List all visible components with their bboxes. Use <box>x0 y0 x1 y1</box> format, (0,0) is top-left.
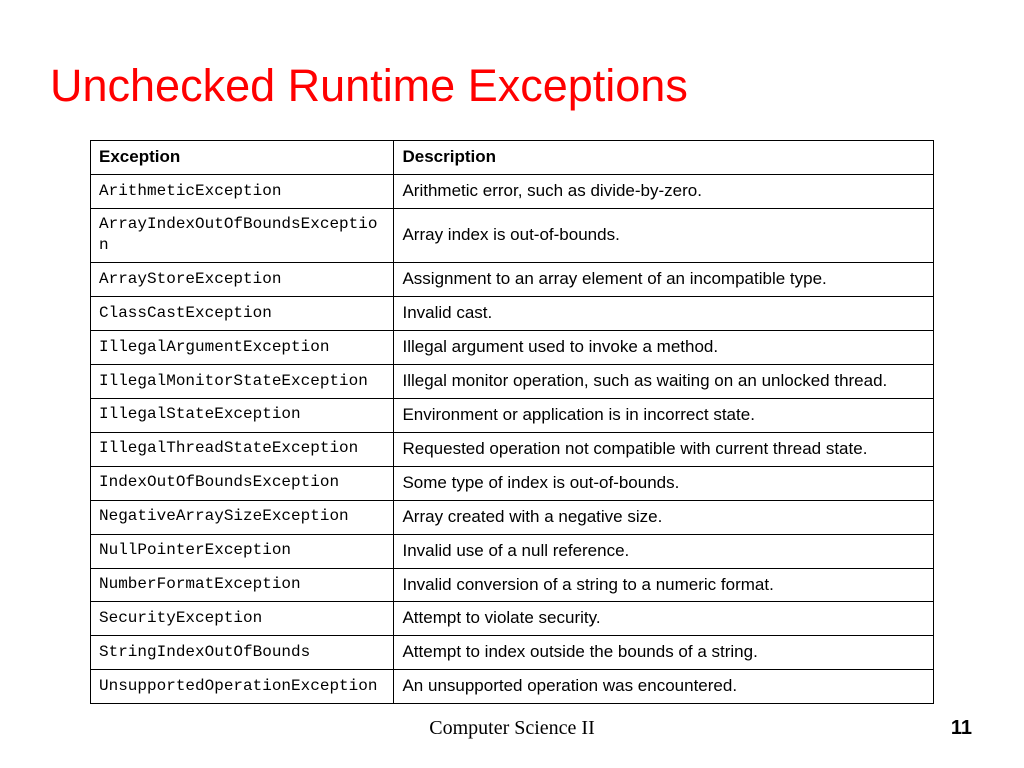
description-cell: Some type of index is out-of-bounds. <box>394 466 934 500</box>
slide-footer: Computer Science II 11 <box>0 717 1024 740</box>
description-cell: Illegal monitor operation, such as waiti… <box>394 364 934 398</box>
table-row: NullPointerExceptionInvalid use of a nul… <box>91 534 934 568</box>
exception-cell: NumberFormatException <box>91 568 394 602</box>
col-header-exception: Exception <box>91 141 394 175</box>
description-cell: Environment or application is in incorre… <box>394 398 934 432</box>
page-title: Unchecked Runtime Exceptions <box>50 60 974 112</box>
description-cell: Assignment to an array element of an inc… <box>394 263 934 297</box>
description-cell: Attempt to violate security. <box>394 602 934 636</box>
exception-cell: ArithmeticException <box>91 174 394 208</box>
table-row: StringIndexOutOfBoundsAttempt to index o… <box>91 636 934 670</box>
description-cell: Requested operation not compatible with … <box>394 432 934 466</box>
exception-cell: ArrayStoreException <box>91 263 394 297</box>
table-row: SecurityExceptionAttempt to violate secu… <box>91 602 934 636</box>
description-cell: Illegal argument used to invoke a method… <box>394 330 934 364</box>
description-cell: Invalid use of a null reference. <box>394 534 934 568</box>
table-row: IndexOutOfBoundsExceptionSome type of in… <box>91 466 934 500</box>
table-row: UnsupportedOperationExceptionAn unsuppor… <box>91 670 934 704</box>
table-row: ArrayStoreExceptionAssignment to an arra… <box>91 263 934 297</box>
table-row: NegativeArraySizeExceptionArray created … <box>91 500 934 534</box>
slide: Unchecked Runtime Exceptions Exception D… <box>0 0 1024 768</box>
exception-cell: StringIndexOutOfBounds <box>91 636 394 670</box>
description-cell: Invalid conversion of a string to a nume… <box>394 568 934 602</box>
exception-table-wrap: Exception Description ArithmeticExceptio… <box>90 140 934 704</box>
table-row: IllegalThreadStateExceptionRequested ope… <box>91 432 934 466</box>
table-row: IllegalStateExceptionEnvironment or appl… <box>91 398 934 432</box>
table-row: NumberFormatExceptionInvalid conversion … <box>91 568 934 602</box>
course-name: Computer Science II <box>429 717 595 740</box>
col-header-description: Description <box>394 141 934 175</box>
table-row: IllegalMonitorStateExceptionIllegal moni… <box>91 364 934 398</box>
exception-cell: NullPointerException <box>91 534 394 568</box>
table-header-row: Exception Description <box>91 141 934 175</box>
exception-cell: IllegalStateException <box>91 398 394 432</box>
description-cell: Attempt to index outside the bounds of a… <box>394 636 934 670</box>
description-cell: Array created with a negative size. <box>394 500 934 534</box>
exception-cell: IndexOutOfBoundsException <box>91 466 394 500</box>
description-cell: Invalid cast. <box>394 297 934 331</box>
exception-table: Exception Description ArithmeticExceptio… <box>90 140 934 704</box>
exception-cell: UnsupportedOperationException <box>91 670 394 704</box>
exception-cell: NegativeArraySizeException <box>91 500 394 534</box>
table-row: ArithmeticExceptionArithmetic error, suc… <box>91 174 934 208</box>
exception-cell: IllegalMonitorStateException <box>91 364 394 398</box>
description-cell: An unsupported operation was encountered… <box>394 670 934 704</box>
exception-cell: ClassCastException <box>91 297 394 331</box>
exception-cell: ArrayIndexOutOfBoundsException <box>91 208 394 262</box>
page-number: 11 <box>951 717 972 740</box>
exception-cell: IllegalArgumentException <box>91 330 394 364</box>
table-row: IllegalArgumentExceptionIllegal argument… <box>91 330 934 364</box>
description-cell: Arithmetic error, such as divide-by-zero… <box>394 174 934 208</box>
table-row: ArrayIndexOutOfBoundsExceptionArray inde… <box>91 208 934 262</box>
table-row: ClassCastExceptionInvalid cast. <box>91 297 934 331</box>
exception-cell: IllegalThreadStateException <box>91 432 394 466</box>
description-cell: Array index is out-of-bounds. <box>394 208 934 262</box>
exception-cell: SecurityException <box>91 602 394 636</box>
